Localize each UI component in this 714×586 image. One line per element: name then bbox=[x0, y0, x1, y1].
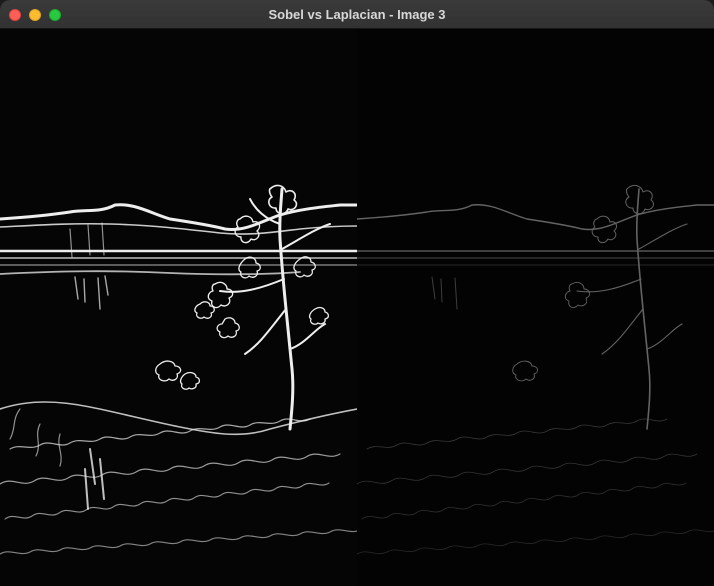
minimize-button[interactable] bbox=[29, 9, 41, 21]
window-title: Sobel vs Laplacian - Image 3 bbox=[268, 7, 446, 22]
image-canvas bbox=[0, 29, 714, 586]
laplacian-edge-image bbox=[357, 29, 714, 586]
zoom-button[interactable] bbox=[49, 9, 61, 21]
laplacian-edge-drawing bbox=[357, 184, 714, 555]
title-bar[interactable]: Sobel vs Laplacian - Image 3 bbox=[0, 0, 714, 29]
close-button[interactable] bbox=[9, 9, 21, 21]
sobel-edge-drawing bbox=[0, 184, 357, 555]
app-window: Sobel vs Laplacian - Image 3 bbox=[0, 0, 714, 586]
sobel-edge-image bbox=[0, 29, 357, 586]
